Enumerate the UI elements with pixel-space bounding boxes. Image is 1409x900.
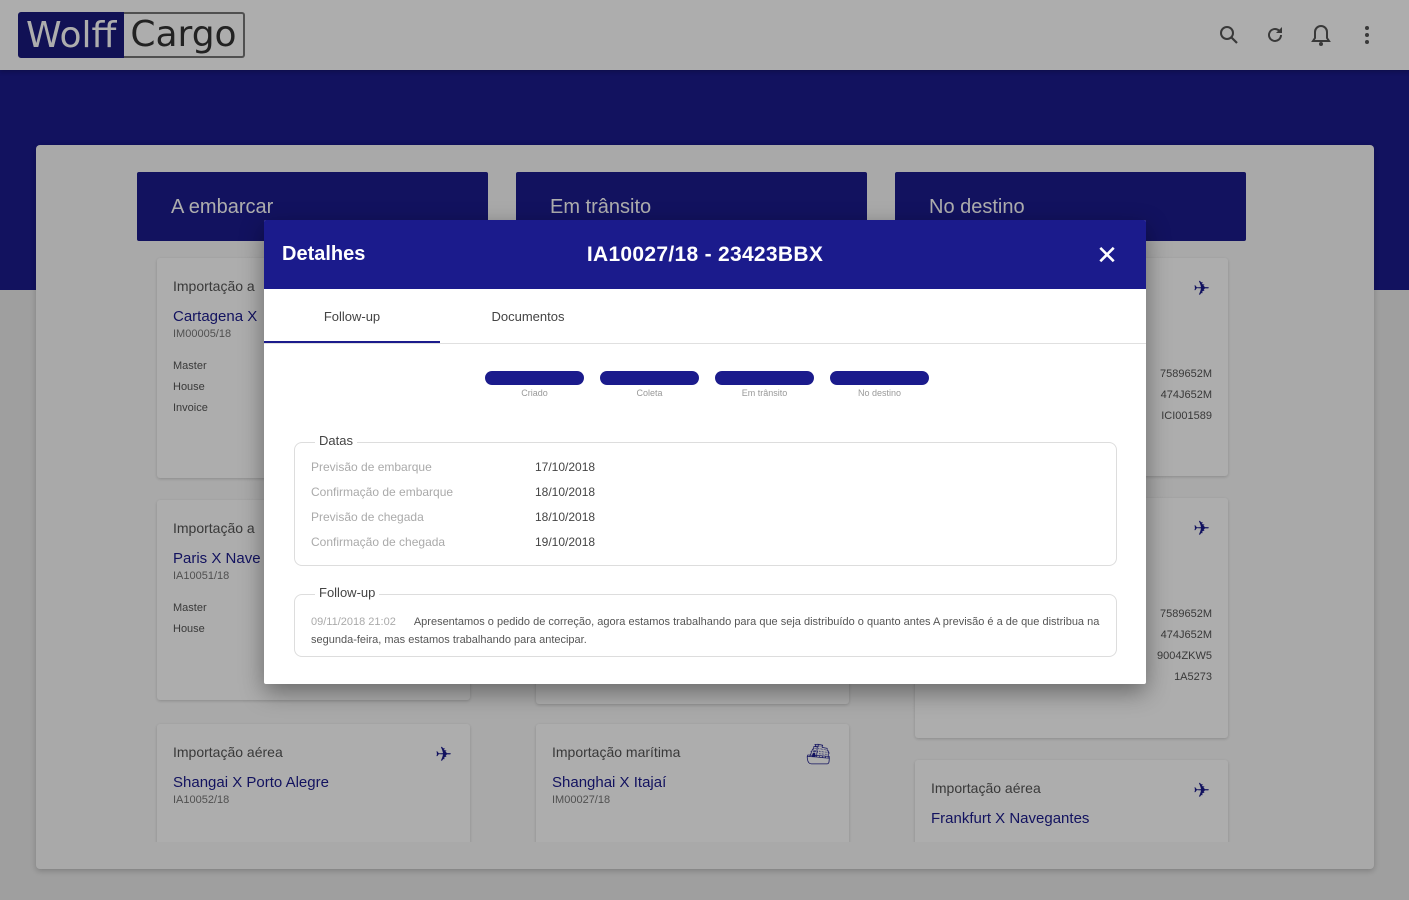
close-icon[interactable]: ✕: [1090, 238, 1124, 272]
step-coleta: Coleta: [600, 371, 699, 398]
step-criado: Criado: [485, 371, 584, 398]
dialog-reference: IA10027/18 - 23423BBX: [586, 243, 824, 266]
tab-documentos[interactable]: Documentos: [440, 289, 616, 343]
date-row: Previsão de chegada 18/10/2018: [311, 510, 596, 524]
followup-message: Apresentamos o pedido de correção, agora…: [311, 616, 1100, 646]
tab-follow-up[interactable]: Follow-up: [264, 289, 440, 343]
followup-timestamp: 09/11/2018 21:02: [311, 616, 396, 628]
followup-section: Follow-up 09/11/2018 21:02 Apresentamos o…: [294, 585, 1117, 657]
dates-section: Datas Previsão de embarque 17/10/2018 Con…: [294, 433, 1117, 566]
followup-legend: Follow-up: [315, 585, 380, 600]
dialog-tabs: Follow-up Documentos: [264, 289, 1146, 344]
step-em-transito: Em trânsito: [715, 371, 814, 398]
date-row: Previsão de embarque 17/10/2018: [311, 460, 596, 474]
dialog-header: Detalhes IA10027/18 - 23423BBX ✕: [264, 220, 1146, 289]
step-no-destino: No destino: [830, 371, 929, 398]
date-row: Confirmação de embarque 18/10/2018: [311, 485, 596, 499]
date-row: Confirmação de chegada 19/10/2018: [311, 535, 596, 549]
details-dialog: Detalhes IA10027/18 - 23423BBX ✕ Follow-…: [264, 220, 1146, 684]
followup-entry: 09/11/2018 21:02 Apresentamos o pedido de…: [311, 613, 1100, 649]
status-stepper: Criado Coleta Em trânsito No destino: [485, 371, 929, 398]
dates-legend: Datas: [315, 433, 357, 448]
